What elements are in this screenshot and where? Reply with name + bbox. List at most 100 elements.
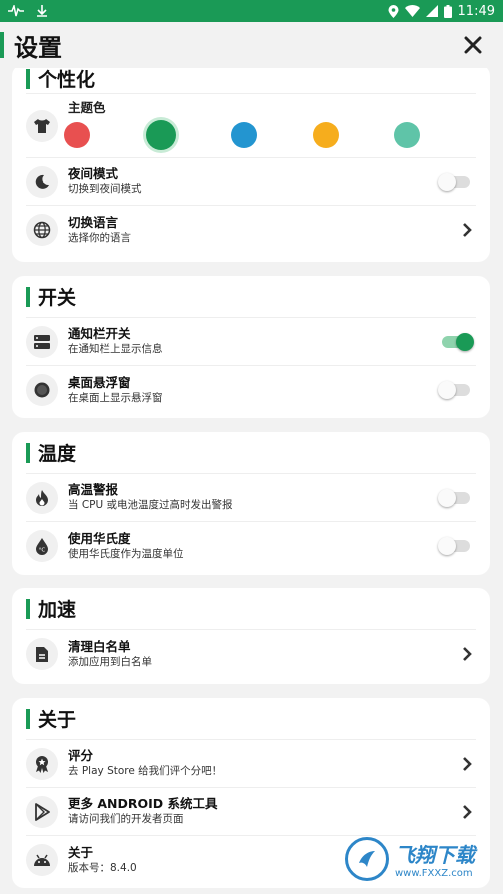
theme-color-row: 主题色 <box>26 94 476 158</box>
page-title: 设置 <box>14 33 62 62</box>
rate-row[interactable]: 评分 去 Play Store 给我们评个分吧！ <box>26 740 476 788</box>
award-icon <box>26 747 58 780</box>
section-title: 开关 <box>38 287 77 309</box>
floating-window-row[interactable]: 桌面悬浮窗 在桌面上显示悬浮窗 <box>26 366 476 414</box>
location-icon <box>388 4 399 18</box>
more-tools-row[interactable]: 更多 ANDROID 系统工具 请访问我们的开发者页面 <box>26 788 476 836</box>
tshirt-icon <box>26 110 58 142</box>
about-info-subtitle: 版本号：8.4.0 <box>68 861 137 874</box>
settings-list[interactable]: 个性化 主题色 z 夜间模式 切换到夜间模式 切换语言 选择你的语言 开关 通知… <box>0 68 503 894</box>
section-accent-bar <box>26 708 30 729</box>
notification-title: 通知栏开关 <box>68 326 131 341</box>
night-mode-title: 夜间模式 <box>68 166 119 181</box>
swatch-orange[interactable] <box>312 122 339 148</box>
document-icon <box>26 638 58 670</box>
battery-icon <box>443 4 452 18</box>
whitelist-title: 清理白名单 <box>68 638 131 654</box>
server-icon <box>26 325 58 358</box>
section-accent-bar <box>26 68 30 89</box>
play-store-icon <box>26 795 58 828</box>
status-time: 11:49 <box>457 3 495 19</box>
android-icon <box>26 844 58 876</box>
switch-knob <box>438 172 456 191</box>
watermark-text: 飞翔下载 <box>395 843 475 867</box>
flame-icon <box>26 481 58 514</box>
card-title-personalize: 个性化 <box>26 68 476 94</box>
about-info-title: 关于 <box>68 844 94 860</box>
high-temp-title: 高温警报 <box>68 482 119 497</box>
theme-color-label: 主题色 <box>68 100 106 115</box>
section-title: 关于 <box>38 709 77 731</box>
section-title: 个性化 <box>38 69 96 91</box>
rate-title: 评分 <box>68 748 94 763</box>
more-tools-subtitle: 请访问我们的开发者页面 <box>68 813 184 825</box>
card-personalize: 个性化 主题色 z 夜间模式 切换到夜间模式 切换语言 选择你的语言 <box>12 68 490 262</box>
section-title: 温度 <box>38 443 77 465</box>
watermark-logo-icon <box>345 837 389 881</box>
high-temp-alarm-row[interactable]: 高温警报 当 CPU 或电池温度过高时发出警报 <box>26 474 476 522</box>
status-bar: 11:49 <box>0 0 503 22</box>
notification-subtitle: 在通知栏上显示信息 <box>68 343 163 355</box>
svg-text:z: z <box>43 179 46 185</box>
more-tools-title: 更多 ANDROID 系统工具 <box>68 796 218 811</box>
app-header: 设置 <box>0 22 503 68</box>
high-temp-subtitle: 当 CPU 或电池温度过高时发出警报 <box>68 499 233 511</box>
swatch-green[interactable] <box>145 120 176 150</box>
chevron-right-icon <box>463 647 472 661</box>
close-button[interactable] <box>459 31 487 59</box>
switch-knob <box>438 537 456 555</box>
notification-switch-row[interactable]: 通知栏开关 在通知栏上显示信息 <box>26 318 476 366</box>
section-accent-bar <box>26 286 30 307</box>
card-title-about: 关于 <box>26 698 476 740</box>
activity-icon <box>8 5 24 17</box>
fahrenheit-row[interactable]: °C 使用华氏度 使用华氏度作为温度单位 <box>26 522 476 570</box>
close-icon <box>464 36 482 54</box>
whitelist-row[interactable]: 清理白名单 添加应用到白名单 <box>26 630 476 678</box>
language-subtitle: 选择你的语言 <box>68 231 131 244</box>
floating-window-subtitle: 在桌面上显示悬浮窗 <box>68 391 163 404</box>
switch-knob <box>438 381 456 399</box>
svg-text:°C: °C <box>39 548 46 554</box>
globe-icon <box>26 214 58 246</box>
moon-icon: z <box>26 165 58 198</box>
notification-switch[interactable] <box>442 332 474 351</box>
section-title: 加速 <box>38 599 77 621</box>
chevron-right-icon <box>463 756 472 771</box>
card-title-temperature: 温度 <box>26 432 476 474</box>
night-mode-row[interactable]: z 夜间模式 切换到夜间模式 <box>26 158 476 206</box>
title-accent-bar <box>0 32 4 58</box>
night-mode-subtitle: 切换到夜间模式 <box>68 183 142 195</box>
card-boost: 加速 清理白名单 添加应用到白名单 <box>12 588 490 684</box>
section-accent-bar <box>26 442 30 463</box>
floating-window-title: 桌面悬浮窗 <box>68 374 131 390</box>
language-title: 切换语言 <box>68 214 119 230</box>
floating-bubble-icon <box>26 374 58 406</box>
night-mode-switch[interactable] <box>438 172 470 191</box>
fahrenheit-switch[interactable] <box>438 537 470 555</box>
fahrenheit-subtitle: 使用华氏度作为温度单位 <box>68 547 184 560</box>
swatch-red[interactable] <box>64 122 90 148</box>
thermometer-drop-icon: °C <box>26 530 58 562</box>
high-temp-switch[interactable] <box>438 488 470 507</box>
watermark: 飞翔下载 www.FXXZ.com <box>345 834 495 884</box>
signal-icon <box>425 5 438 17</box>
swatch-blue[interactable] <box>231 122 257 148</box>
whitelist-subtitle: 添加应用到白名单 <box>68 655 152 668</box>
wifi-icon <box>404 5 420 17</box>
chevron-right-icon <box>463 223 472 237</box>
fahrenheit-title: 使用华氏度 <box>68 530 131 546</box>
floating-window-switch[interactable] <box>438 381 470 399</box>
card-switches: 开关 通知栏开关 在通知栏上显示信息 桌面悬浮窗 在桌面上显示悬浮窗 <box>12 276 490 418</box>
color-swatches <box>64 120 420 150</box>
chevron-right-icon <box>463 804 472 819</box>
watermark-url: www.FXXZ.com <box>395 868 473 879</box>
download-icon <box>37 5 47 17</box>
rate-subtitle: 去 Play Store 给我们评个分吧！ <box>68 765 223 777</box>
switch-knob <box>456 332 474 351</box>
language-row[interactable]: 切换语言 选择你的语言 <box>26 206 476 254</box>
switch-knob <box>438 488 456 507</box>
card-title-switches: 开关 <box>26 276 476 318</box>
card-title-boost: 加速 <box>26 588 476 630</box>
section-accent-bar <box>26 598 30 619</box>
swatch-teal[interactable] <box>394 122 420 148</box>
